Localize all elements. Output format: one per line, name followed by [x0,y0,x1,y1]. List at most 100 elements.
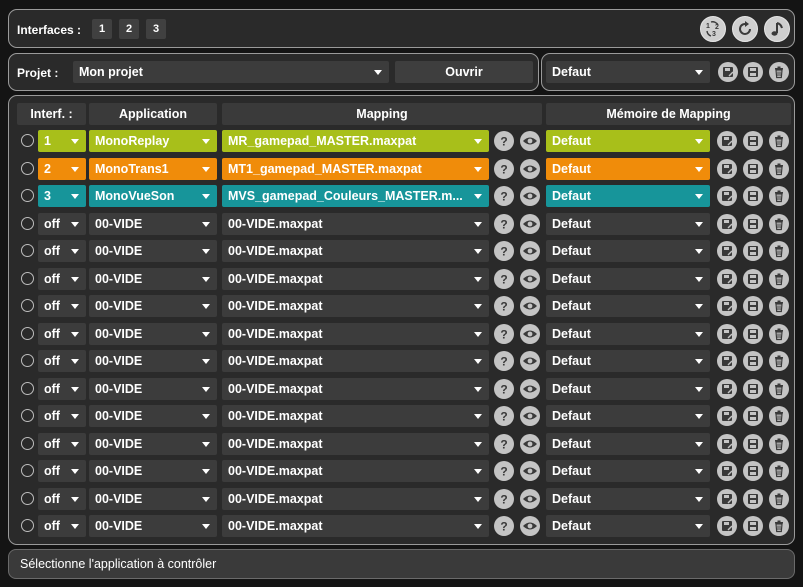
help-icon[interactable]: ? [494,186,514,206]
trash-icon[interactable] [769,461,789,481]
trash-icon[interactable] [769,434,789,454]
row-memory-select[interactable]: Defaut [546,158,710,180]
row-application-select[interactable]: 00-VIDE [89,323,217,345]
row-memory-select[interactable]: Defaut [546,295,710,317]
row-memory-select[interactable]: Defaut [546,213,710,235]
interface-3-button[interactable]: 3 [146,19,166,39]
row-interface-select[interactable]: off [38,433,86,455]
row-interface-select[interactable]: off [38,213,86,235]
save-icon[interactable] [743,186,763,206]
save-icon[interactable] [743,62,763,82]
row-mapping-select[interactable]: 00-VIDE.maxpat [222,488,489,510]
help-icon[interactable]: ? [494,379,514,399]
row-mapping-select[interactable]: MVS_gamepad_Couleurs_MASTER.m... [222,185,489,207]
save-as-icon[interactable] [717,131,737,151]
row-mapping-select[interactable]: 00-VIDE.maxpat [222,295,489,317]
save-icon[interactable] [743,324,763,344]
save-icon[interactable] [743,461,763,481]
row-select-radio[interactable] [21,162,34,175]
trash-icon[interactable] [769,159,789,179]
row-select-radio[interactable] [21,437,34,450]
numbers-cycle-icon[interactable]: 123 [700,16,726,42]
row-interface-select[interactable]: off [38,460,86,482]
trash-icon[interactable] [769,351,789,371]
save-as-icon[interactable] [717,324,737,344]
row-memory-select[interactable]: Defaut [546,378,710,400]
row-application-select[interactable]: 00-VIDE [89,488,217,510]
eye-icon[interactable] [520,379,540,399]
eye-icon[interactable] [520,489,540,509]
save-icon[interactable] [743,489,763,509]
row-memory-select[interactable]: Defaut [546,488,710,510]
interface-1-button[interactable]: 1 [92,19,112,39]
help-icon[interactable]: ? [494,214,514,234]
save-as-icon[interactable] [717,489,737,509]
row-mapping-select[interactable]: 00-VIDE.maxpat [222,433,489,455]
row-memory-select[interactable]: Defaut [546,240,710,262]
save-icon[interactable] [743,296,763,316]
row-mapping-select[interactable]: MT1_gamepad_MASTER.maxpat [222,158,489,180]
project-select[interactable]: Mon projet [73,61,389,83]
save-as-icon[interactable] [717,214,737,234]
eye-icon[interactable] [520,351,540,371]
row-application-select[interactable]: 00-VIDE [89,515,217,537]
row-mapping-select[interactable]: 00-VIDE.maxpat [222,268,489,290]
row-application-select[interactable]: 00-VIDE [89,295,217,317]
row-application-select[interactable]: 00-VIDE [89,405,217,427]
eye-icon[interactable] [520,516,540,536]
trash-icon[interactable] [769,131,789,151]
row-select-radio[interactable] [21,492,34,505]
save-icon[interactable] [743,379,763,399]
row-mapping-select[interactable]: 00-VIDE.maxpat [222,378,489,400]
trash-icon[interactable] [769,406,789,426]
save-icon[interactable] [743,351,763,371]
row-mapping-select[interactable]: 00-VIDE.maxpat [222,213,489,235]
save-as-icon[interactable] [717,269,737,289]
row-select-radio[interactable] [21,134,34,147]
row-memory-select[interactable]: Defaut [546,405,710,427]
row-interface-select[interactable]: off [38,515,86,537]
trash-icon[interactable] [769,186,789,206]
save-icon[interactable] [743,131,763,151]
save-as-icon[interactable] [717,296,737,316]
trash-icon[interactable] [769,379,789,399]
save-as-icon[interactable] [717,461,737,481]
row-application-select[interactable]: 00-VIDE [89,460,217,482]
row-memory-select[interactable]: Defaut [546,433,710,455]
save-as-icon[interactable] [718,62,738,82]
save-icon[interactable] [743,434,763,454]
eye-icon[interactable] [520,214,540,234]
save-icon[interactable] [743,214,763,234]
help-icon[interactable]: ? [494,461,514,481]
row-interface-select[interactable]: off [38,378,86,400]
row-application-select[interactable]: MonoTrans1 [89,158,217,180]
help-icon[interactable]: ? [494,406,514,426]
row-application-select[interactable]: MonoVueSon [89,185,217,207]
row-select-radio[interactable] [21,409,34,422]
help-icon[interactable]: ? [494,351,514,371]
help-icon[interactable]: ? [494,131,514,151]
save-as-icon[interactable] [717,241,737,261]
help-icon[interactable]: ? [494,159,514,179]
row-interface-select[interactable]: 1 [38,130,86,152]
help-icon[interactable]: ? [494,241,514,261]
row-mapping-select[interactable]: 00-VIDE.maxpat [222,240,489,262]
save-icon[interactable] [743,516,763,536]
row-mapping-select[interactable]: 00-VIDE.maxpat [222,350,489,372]
row-application-select[interactable]: 00-VIDE [89,240,217,262]
row-select-radio[interactable] [21,519,34,532]
row-select-radio[interactable] [21,272,34,285]
save-as-icon[interactable] [717,434,737,454]
save-as-icon[interactable] [717,516,737,536]
refresh-icon[interactable] [732,16,758,42]
eye-icon[interactable] [520,269,540,289]
row-application-select[interactable]: 00-VIDE [89,350,217,372]
row-interface-select[interactable]: 2 [38,158,86,180]
row-memory-select[interactable]: Defaut [546,460,710,482]
row-application-select[interactable]: 00-VIDE [89,433,217,455]
trash-icon[interactable] [769,324,789,344]
row-mapping-select[interactable]: 00-VIDE.maxpat [222,405,489,427]
row-select-radio[interactable] [21,382,34,395]
row-application-select[interactable]: MonoReplay [89,130,217,152]
row-interface-select[interactable]: off [38,405,86,427]
